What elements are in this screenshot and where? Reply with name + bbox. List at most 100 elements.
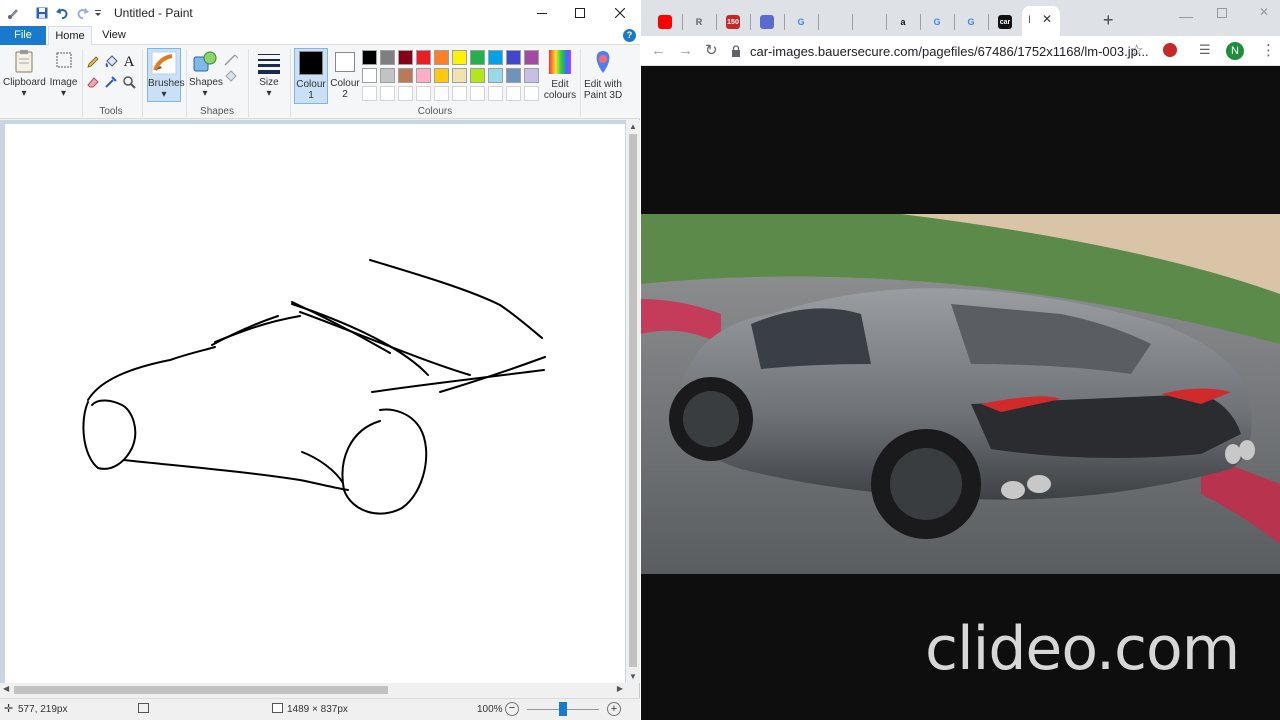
clipboard-button[interactable]: Clipboard ▾ <box>3 49 46 103</box>
window-title: Untitled - Paint <box>114 6 193 20</box>
custom-colour-slot[interactable] <box>398 86 413 101</box>
custom-colour-slot[interactable] <box>470 86 485 101</box>
colour-swatch[interactable] <box>362 68 377 83</box>
colour-swatch[interactable] <box>470 68 485 83</box>
colour-swatch[interactable] <box>506 50 521 65</box>
vertical-scroll-thumb[interactable] <box>629 134 637 667</box>
custom-colour-slot[interactable] <box>524 86 539 101</box>
maximize-button[interactable] <box>560 0 600 26</box>
browser-tab[interactable] <box>819 8 851 36</box>
new-tab-button[interactable]: + <box>1103 10 1114 31</box>
forward-icon[interactable]: → <box>678 42 693 59</box>
scroll-right-icon[interactable]: ▶ <box>617 684 623 693</box>
shapes-button[interactable]: Shapes ▾ <box>189 49 223 103</box>
color-picker-icon[interactable] <box>102 73 120 91</box>
colour-swatch[interactable] <box>434 68 449 83</box>
colour1-label: Colour 1 <box>296 79 326 101</box>
browser-maximize-button[interactable] <box>1217 8 1227 18</box>
colour-swatch[interactable] <box>524 50 539 65</box>
paint-app-icon[interactable] <box>4 3 24 23</box>
profile-avatar[interactable]: N <box>1226 42 1244 60</box>
minimize-button[interactable] <box>522 0 562 26</box>
browser-tab[interactable]: car <box>989 8 1021 36</box>
reload-icon[interactable]: ↻ <box>705 41 718 59</box>
undo-icon[interactable] <box>52 3 72 23</box>
zoom-slider-thumb[interactable] <box>559 702 567 716</box>
browser-minimize-button[interactable] <box>1179 8 1193 18</box>
colour-swatch[interactable] <box>416 50 431 65</box>
address-bar[interactable]: car-images.bauersecure.com/pagefiles/674… <box>731 39 1151 63</box>
custom-colour-slot[interactable] <box>488 86 503 101</box>
browser-tab[interactable] <box>853 8 885 36</box>
custom-colour-slot[interactable] <box>452 86 467 101</box>
scroll-down-icon[interactable]: ▼ <box>629 672 637 681</box>
custom-colour-slot[interactable] <box>362 86 377 101</box>
close-button[interactable] <box>600 0 640 26</box>
edit-with-paint3d-button[interactable]: Edit with Paint 3D <box>582 49 624 105</box>
fill-bucket-icon[interactable] <box>102 53 120 71</box>
colour-swatch[interactable] <box>362 50 377 65</box>
pencil-icon[interactable] <box>84 53 102 71</box>
horizontal-scroll-thumb[interactable] <box>14 686 388 694</box>
reading-list-icon[interactable]: ☰ <box>1199 42 1211 58</box>
eraser-icon[interactable] <box>84 73 102 91</box>
browser-tab[interactable] <box>649 8 681 36</box>
zoom-out-button[interactable]: − <box>505 702 519 716</box>
custom-colour-slot[interactable] <box>380 86 395 101</box>
help-button[interactable]: ? <box>623 29 636 42</box>
drawing-canvas[interactable] <box>5 124 625 683</box>
paint-titlebar: Untitled - Paint <box>0 0 640 26</box>
browser-tab[interactable]: G <box>955 8 987 36</box>
horizontal-scrollbar[interactable]: ◀ ▶ <box>0 683 626 697</box>
extension-icon[interactable] <box>1163 43 1177 57</box>
custom-colour-slot[interactable] <box>434 86 449 101</box>
browser-tab[interactable]: a <box>887 8 919 36</box>
colour1-button[interactable]: Colour 1 <box>294 48 328 104</box>
colour-swatch[interactable] <box>524 68 539 83</box>
browser-close-button[interactable]: ✕ <box>1259 5 1269 19</box>
size-button[interactable]: Size ▾ <box>252 49 286 103</box>
colour-swatch[interactable] <box>398 68 413 83</box>
brushes-button[interactable]: Brushes ▾ <box>147 48 185 102</box>
text-tool-icon[interactable]: A <box>120 53 138 71</box>
colour-swatch[interactable] <box>434 50 449 65</box>
browser-tab[interactable]: R <box>683 8 715 36</box>
tab-close-icon[interactable]: ✕ <box>1042 12 1052 26</box>
tab-home[interactable]: Home <box>48 26 92 46</box>
redo-icon[interactable] <box>72 3 92 23</box>
back-icon[interactable]: ← <box>651 42 666 59</box>
browser-tab[interactable]: 150 <box>717 8 749 36</box>
colour-swatch[interactable] <box>488 50 503 65</box>
scroll-left-icon[interactable]: ◀ <box>3 684 9 693</box>
tab-view[interactable]: View <box>94 26 134 45</box>
browser-tab[interactable]: G <box>921 8 953 36</box>
browser-tab[interactable]: G <box>785 8 817 36</box>
colour-swatch[interactable] <box>398 50 413 65</box>
menu-icon[interactable]: ⋮ <box>1261 41 1276 59</box>
zoom-in-button[interactable]: + <box>607 702 621 716</box>
colour-swatch[interactable] <box>380 50 395 65</box>
vertical-scrollbar[interactable]: ▲ ▼ <box>626 120 640 683</box>
custom-colour-slot[interactable] <box>506 86 521 101</box>
scroll-up-icon[interactable]: ▲ <box>629 122 637 131</box>
colour-swatch[interactable] <box>380 68 395 83</box>
url-text[interactable]: car-images.bauersecure.com/pagefiles/674… <box>750 44 1149 59</box>
colour2-button[interactable]: Colour 2 <box>330 48 360 104</box>
tab-file[interactable]: File <box>0 26 46 45</box>
bookmark-star-icon[interactable]: ☆ <box>1130 41 1143 59</box>
colour-swatch[interactable] <box>416 68 431 83</box>
edit-colours-button[interactable]: Edit colours <box>543 49 577 105</box>
active-tab[interactable]: I ✕ <box>1022 6 1060 36</box>
image-button[interactable]: Image ▾ <box>47 49 80 103</box>
magnifier-icon[interactable] <box>120 73 138 91</box>
colour-swatch[interactable] <box>470 50 485 65</box>
fill-icon[interactable] <box>222 67 240 85</box>
colour-swatch[interactable] <box>452 50 467 65</box>
colour-swatch[interactable] <box>452 68 467 83</box>
customize-qat-icon[interactable] <box>92 3 104 23</box>
save-icon[interactable] <box>32 3 52 23</box>
colour-swatch[interactable] <box>488 68 503 83</box>
custom-colour-slot[interactable] <box>416 86 431 101</box>
colour-swatch[interactable] <box>506 68 521 83</box>
browser-tab[interactable] <box>751 8 783 36</box>
